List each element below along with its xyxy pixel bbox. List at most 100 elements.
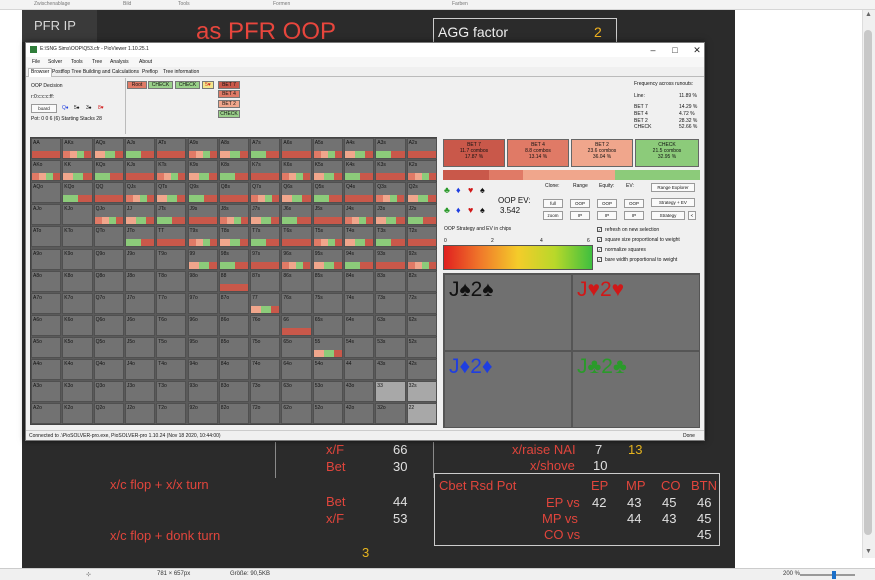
diamond-icon[interactable]: ♦ [456, 205, 461, 215]
scrollbar-thumb[interactable] [864, 30, 872, 535]
range-cell[interactable]: T3o [156, 381, 187, 403]
scroll-up-icon[interactable]: ▲ [862, 11, 875, 21]
range-cell[interactable]: K9o [62, 248, 93, 270]
range-cell[interactable]: ATo [31, 226, 62, 248]
scroll-down-icon[interactable]: ▼ [862, 548, 875, 558]
range-cell[interactable]: A2s [406, 138, 437, 160]
range-cell[interactable]: T3s [375, 226, 406, 248]
range-cell[interactable]: 84s [344, 270, 375, 292]
range-cell[interactable]: Q2o [93, 403, 124, 425]
range-cell[interactable]: 54o [312, 359, 343, 381]
club-icon[interactable]: ♣ [444, 205, 450, 215]
range-cell[interactable]: 98s [218, 248, 250, 270]
range-cell[interactable]: JTs [156, 204, 187, 226]
range-cell[interactable]: QTo [93, 226, 124, 248]
range-cell[interactable]: K2o [62, 403, 93, 425]
range-cell[interactable]: 95o [187, 336, 218, 358]
range-cell[interactable]: KTo [62, 226, 93, 248]
range-cell[interactable]: 63s [375, 314, 406, 336]
range-cell[interactable]: J3s [375, 204, 406, 226]
range-cell[interactable]: J9s [187, 204, 218, 226]
range-cell[interactable]: T8o [156, 270, 187, 292]
range-cell[interactable]: 32o [375, 403, 406, 425]
range-cell[interactable]: J5o [124, 336, 156, 358]
range-cell[interactable]: 86o [218, 314, 250, 336]
range-cell[interactable]: Q9o [93, 248, 124, 270]
range-cell[interactable]: K3o [62, 381, 93, 403]
range-cell[interactable]: AA [31, 138, 62, 160]
spade-icon[interactable]: ♠ [480, 205, 485, 215]
range-cell[interactable]: 73o [250, 381, 281, 403]
range-cell[interactable]: T9o [156, 248, 187, 270]
range-cell[interactable]: A4o [31, 359, 62, 381]
range-cell[interactable]: 93s [375, 248, 406, 270]
equity-ip-button[interactable]: IP [597, 211, 617, 220]
range-cell[interactable]: K4s [344, 160, 375, 182]
board-runout-spades[interactable]: J♠2♠ [444, 274, 572, 351]
range-cell[interactable]: Q5s [312, 182, 343, 204]
action-box-check[interactable]: CHECK 21.5 combos 32.95 % [635, 139, 699, 167]
range-cell[interactable]: 83s [375, 270, 406, 292]
range-cell[interactable]: QTs [156, 182, 187, 204]
range-cell[interactable]: KTs [156, 160, 187, 182]
range-cell[interactable]: J7o [124, 292, 156, 314]
range-cell[interactable]: KQs [93, 160, 124, 182]
range-cell[interactable]: 74o [250, 359, 281, 381]
range-cell[interactable]: T6s [281, 226, 312, 248]
range-cell[interactable]: J7s [250, 204, 281, 226]
menu-tree[interactable]: Tree [92, 59, 102, 65]
range-cell[interactable]: 72s [406, 292, 437, 314]
range-cell[interactable]: 77 [250, 292, 281, 314]
tree-node-bet4[interactable]: BET 4 [218, 90, 240, 98]
range-cell[interactable]: 83o [218, 381, 250, 403]
range-cell[interactable]: Q4s [344, 182, 375, 204]
range-cell[interactable]: 96s [281, 248, 312, 270]
board-runout-hearts[interactable]: J♥2♥ [572, 274, 700, 351]
range-cell[interactable]: T5s [312, 226, 343, 248]
heart-icon[interactable]: ♥ [468, 205, 473, 215]
range-cell[interactable]: A7o [31, 292, 62, 314]
menu-solver[interactable]: Solver [48, 59, 62, 65]
range-cell[interactable]: Q3s [375, 182, 406, 204]
normalize-checkbox[interactable]: ✓ [597, 247, 602, 252]
range-cell[interactable]: J4s [344, 204, 375, 226]
range-cell[interactable]: T8s [218, 226, 250, 248]
close-icon[interactable]: ✕ [685, 44, 709, 56]
club-icon[interactable]: ♣ [444, 185, 450, 195]
range-cell[interactable]: T4o [156, 359, 187, 381]
range-cell[interactable]: 44 [344, 359, 375, 381]
range-cell[interactable]: 87s [250, 270, 281, 292]
range-cell[interactable]: K4o [62, 359, 93, 381]
tree-node-bet7[interactable]: BET 7 [218, 81, 240, 89]
ribbon-label[interactable]: Farben [452, 1, 468, 7]
range-cell[interactable]: 64o [281, 359, 312, 381]
range-cell[interactable]: 22 [406, 403, 437, 425]
range-cell[interactable]: T7o [156, 292, 187, 314]
range-cell[interactable]: A4s [344, 138, 375, 160]
range-cell[interactable]: T9s [187, 226, 218, 248]
zoom-slider[interactable] [800, 574, 855, 576]
range-cell[interactable]: 94o [187, 359, 218, 381]
range-cell[interactable]: Q8s [218, 182, 250, 204]
range-cell[interactable]: 96o [187, 314, 218, 336]
strategy-ev-button[interactable]: Strategy + EV [651, 198, 695, 207]
range-cell[interactable]: 74s [344, 292, 375, 314]
range-cell[interactable]: 92s [406, 248, 437, 270]
range-cell[interactable]: 63o [281, 381, 312, 403]
range-cell[interactable]: Q7s [250, 182, 281, 204]
menu-file[interactable]: File [32, 59, 40, 65]
range-cell[interactable]: T4s [344, 226, 375, 248]
range-cell[interactable]: 75s [312, 292, 343, 314]
range-cell[interactable]: J3o [124, 381, 156, 403]
range-cell[interactable]: 65o [281, 336, 312, 358]
square-size-checkbox[interactable]: ✓ [597, 237, 602, 242]
range-cell[interactable]: A8s [218, 138, 250, 160]
range-cell[interactable]: K6s [281, 160, 312, 182]
board-runout-clubs[interactable]: J♣2♣ [572, 351, 700, 428]
range-cell[interactable]: Q6o [93, 314, 124, 336]
ribbon-label[interactable]: Tools [178, 1, 190, 7]
action-box-bet7[interactable]: BET 7 11.7 combos 17.87 % [443, 139, 505, 167]
range-cell[interactable]: J6s [281, 204, 312, 226]
range-cell[interactable]: 33 [375, 381, 406, 403]
range-cell[interactable]: 65s [312, 314, 343, 336]
